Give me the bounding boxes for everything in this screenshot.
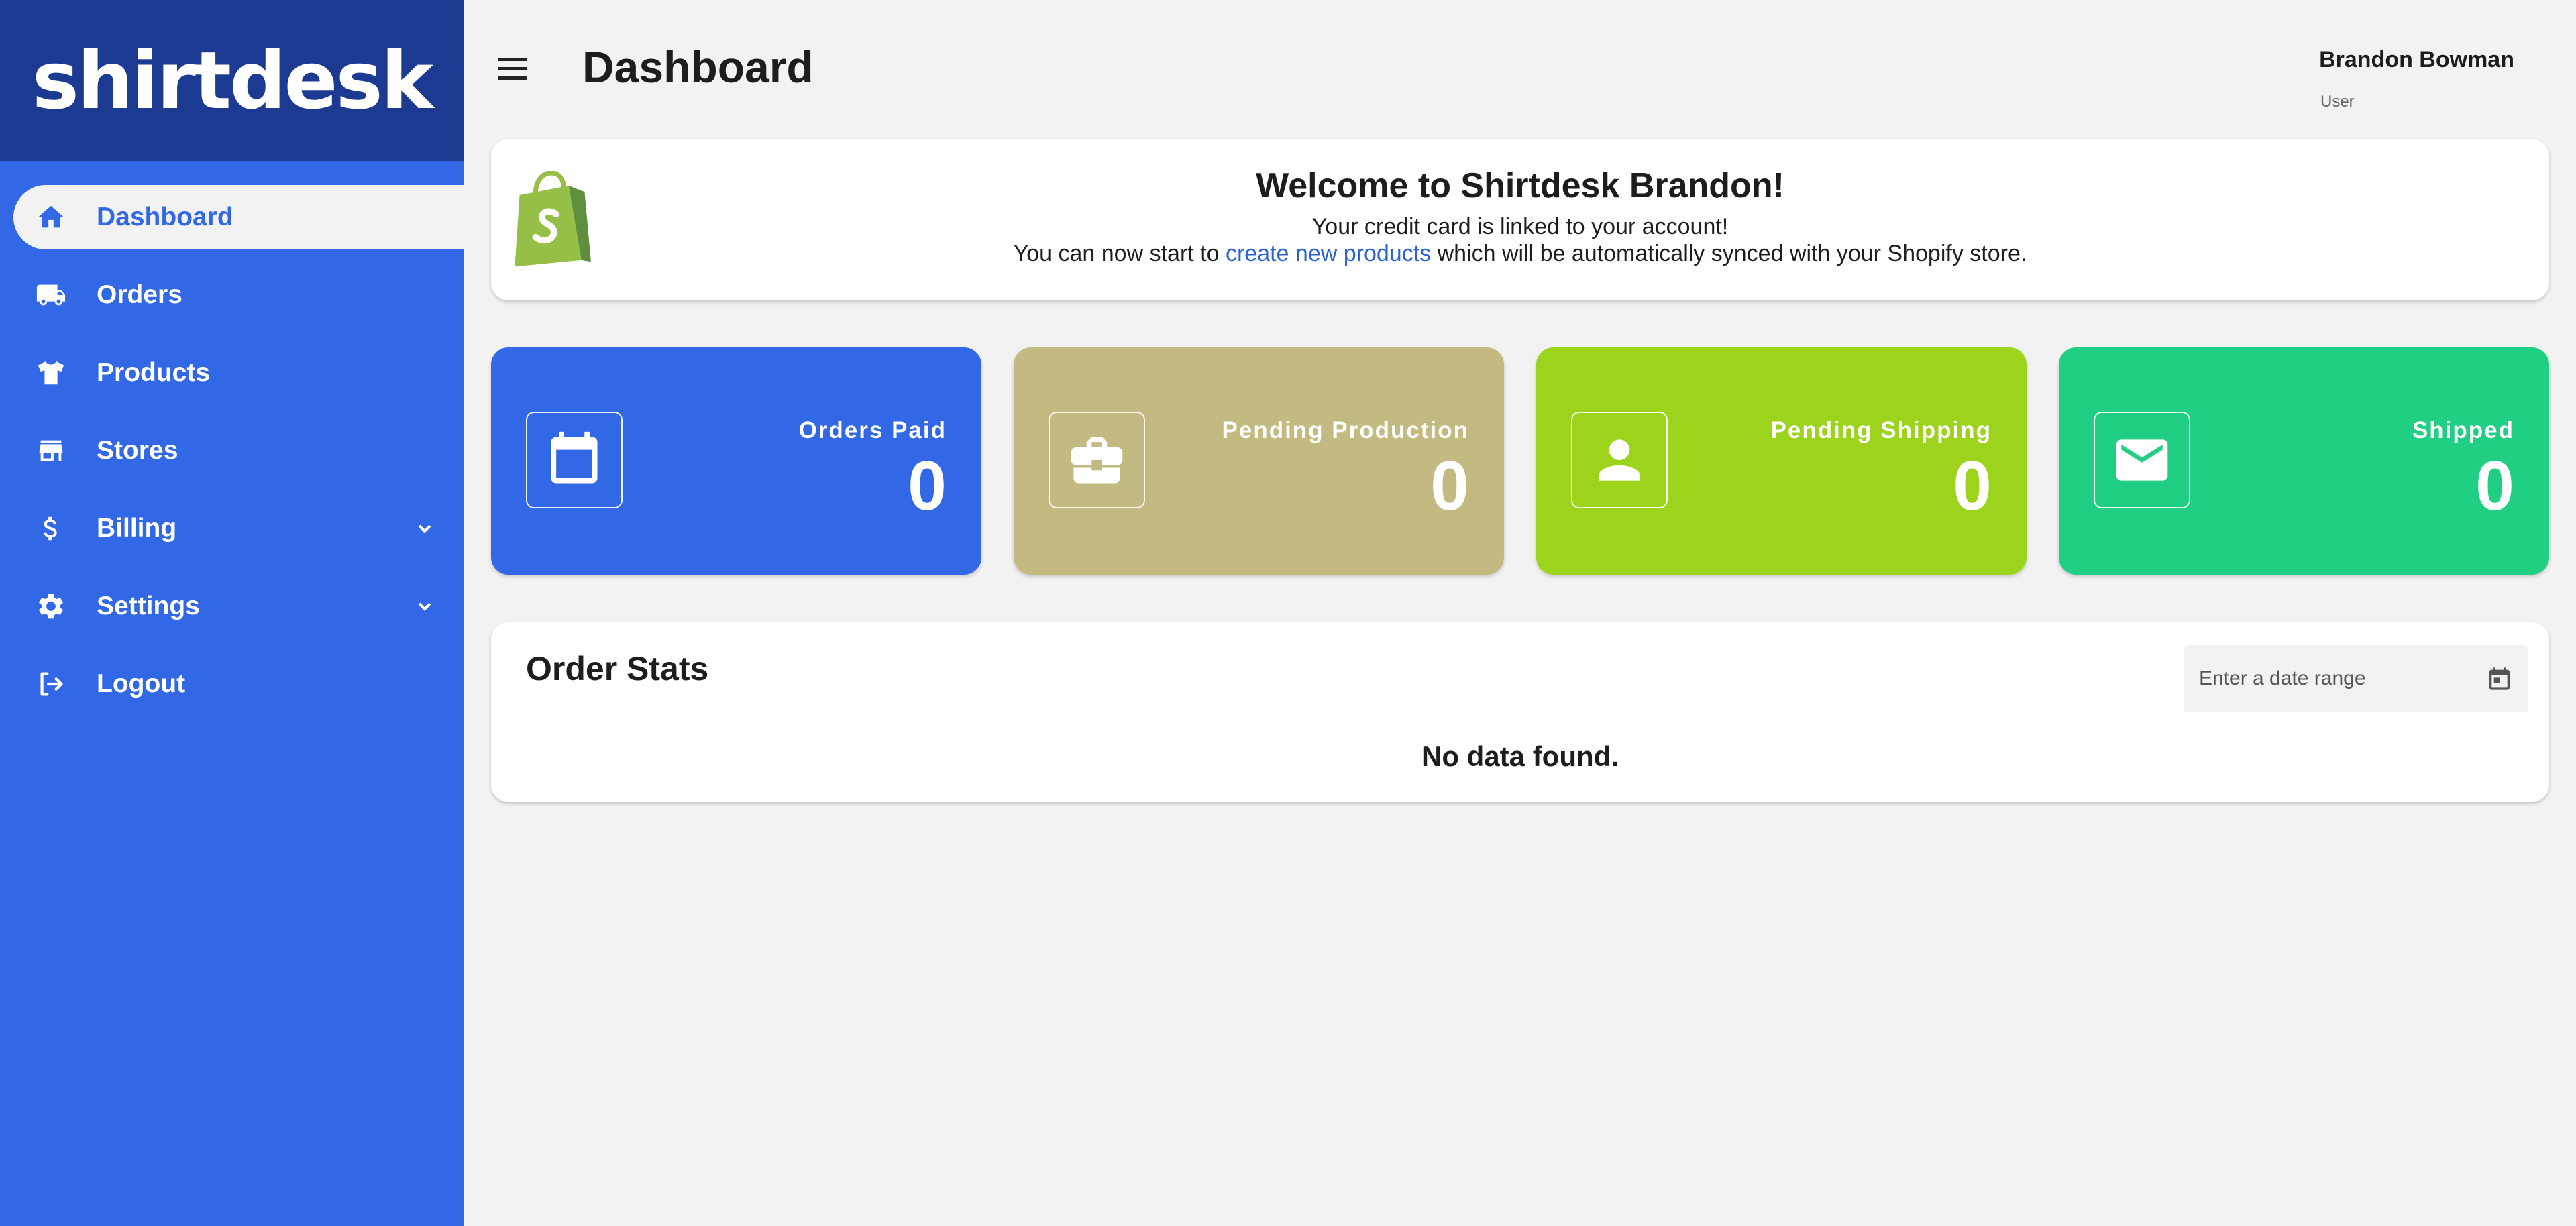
date-range-input[interactable] <box>2199 667 2486 690</box>
sidebar-item-label: Orders <box>97 280 182 309</box>
logout-icon <box>35 668 67 700</box>
stat-value: 0 <box>908 447 947 525</box>
sidebar-item-billing[interactable]: Billing <box>0 496 464 561</box>
sidebar-item-label: Settings <box>97 592 200 620</box>
sidebar: shirtdesk Dashboard Orders Products Stor… <box>0 0 464 1226</box>
sidebar-item-stores[interactable]: Stores <box>0 419 464 483</box>
hamburger-icon <box>498 76 527 80</box>
welcome-message: Your credit card is linked to your accou… <box>1311 214 1729 239</box>
calendar-picker-icon[interactable] <box>2486 665 2513 692</box>
sidebar-item-label: Logout <box>97 669 186 698</box>
user-name[interactable]: Brandon Bowman <box>2319 47 2514 73</box>
order-stats-card: Order Stats No data found. <box>491 622 2549 802</box>
stat-card-pending-production[interactable]: Pending Production 0 <box>1014 347 1504 575</box>
shirtdesk-logo: shirtdesk <box>32 34 433 127</box>
gear-icon <box>35 590 67 622</box>
welcome-title: Welcome to Shirtdesk Brandon! <box>1256 166 1784 205</box>
sidebar-nav: Dashboard Orders Products Stores Billing… <box>0 161 464 716</box>
sidebar-item-label: Billing <box>97 514 177 543</box>
person-icon <box>1599 439 1640 481</box>
stat-icon-frame <box>1049 412 1145 508</box>
chevron-down-icon[interactable] <box>414 596 435 617</box>
chevron-down-icon[interactable] <box>414 518 435 539</box>
empty-state-message: No data found. <box>1421 740 1619 772</box>
stat-card-shipped[interactable]: Shipped 0 <box>2059 347 2549 575</box>
stat-card-pending-shipping[interactable]: Pending Shipping 0 <box>1536 347 2027 575</box>
sidebar-item-logout[interactable]: Logout <box>0 652 464 716</box>
dollar-icon <box>35 512 67 545</box>
sidebar-item-label: Dashboard <box>97 203 233 231</box>
logo-area[interactable]: shirtdesk <box>0 0 464 161</box>
welcome-text-after: which will be automatically synced with … <box>1431 241 2027 266</box>
date-range-field[interactable] <box>2184 645 2528 712</box>
sidebar-item-settings[interactable]: Settings <box>0 574 464 638</box>
sidebar-item-label: Stores <box>97 436 178 465</box>
hamburger-icon <box>498 58 527 61</box>
stat-icon-frame <box>2094 412 2190 508</box>
user-role: User <box>2320 93 2355 111</box>
home-icon <box>35 201 67 233</box>
stat-icon-frame <box>1571 412 1668 508</box>
create-products-link[interactable]: create new products <box>1226 241 1431 266</box>
welcome-instructions: You can now start to create new products… <box>491 241 2549 267</box>
stat-label: Shipped <box>2412 417 2514 443</box>
page-title: Dashboard <box>582 42 814 92</box>
order-stats-title: Order Stats <box>526 650 709 687</box>
sidebar-item-orders[interactable]: Orders <box>0 263 464 327</box>
stat-value: 0 <box>1430 447 1469 525</box>
welcome-text-before: You can now start to <box>1013 241 1226 266</box>
store-icon <box>35 435 67 467</box>
tshirt-icon <box>35 357 67 389</box>
stat-value: 0 <box>1953 447 1992 525</box>
briefcase-icon <box>1071 437 1123 484</box>
stat-label: Orders Paid <box>798 417 947 443</box>
stat-label: Pending Shipping <box>1770 417 1992 443</box>
sidebar-item-dashboard[interactable]: Dashboard <box>13 185 464 249</box>
truck-icon <box>35 279 67 311</box>
hamburger-icon <box>498 67 527 70</box>
sidebar-item-label: Products <box>97 358 211 387</box>
welcome-card: Welcome to Shirtdesk Brandon! Your credi… <box>491 139 2549 300</box>
calendar-icon <box>551 431 598 484</box>
stat-card-orders-paid[interactable]: Orders Paid 0 <box>491 347 981 575</box>
stat-value: 0 <box>2475 447 2514 525</box>
stat-icon-frame <box>526 412 623 508</box>
app-root: shirtdesk Dashboard Orders Products Stor… <box>0 0 2576 1226</box>
menu-toggle-button[interactable] <box>498 58 527 80</box>
stat-label: Pending Production <box>1222 417 1469 443</box>
sidebar-item-products[interactable]: Products <box>0 341 464 405</box>
envelope-icon <box>2116 439 2168 481</box>
